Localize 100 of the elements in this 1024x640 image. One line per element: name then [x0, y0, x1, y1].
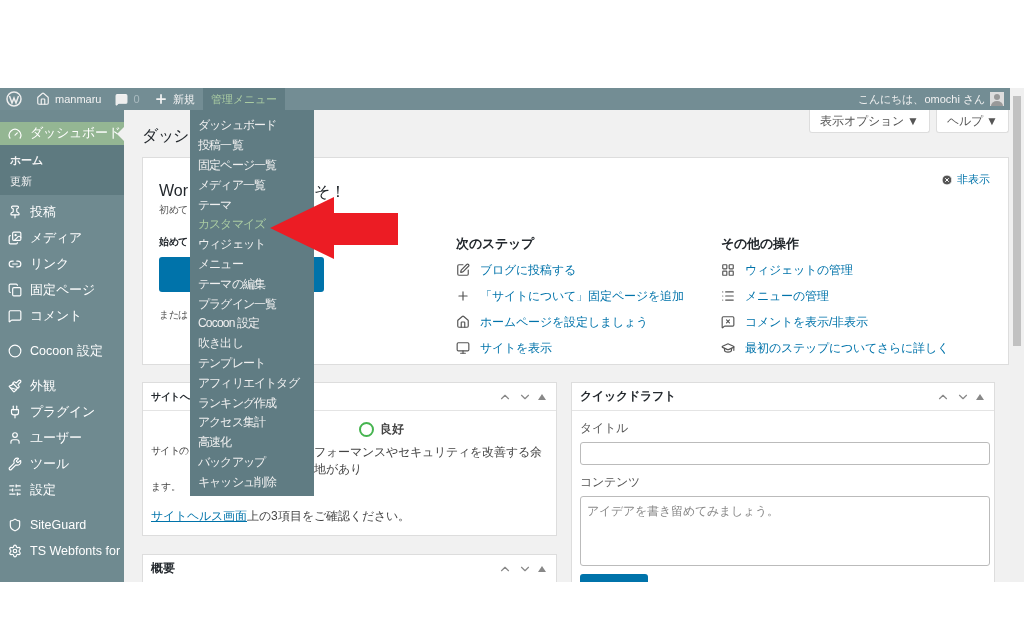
health-text: ます。	[151, 480, 181, 494]
close-icon	[941, 173, 953, 186]
box-title: サイトへ	[151, 389, 189, 404]
dropdown-item[interactable]: 固定ページ一覧	[190, 155, 279, 176]
submenu-item[interactable]: 更新	[0, 174, 124, 189]
health-text: フォーマンスやセキュリティを改善する余地があり	[314, 444, 543, 478]
avatar-icon[interactable]	[990, 92, 1004, 106]
sidebar-item[interactable]: ツール	[0, 451, 124, 477]
comment-icon	[721, 315, 735, 329]
status-ring-icon	[359, 422, 374, 437]
sidebar-item[interactable]: SiteGuard	[0, 512, 124, 538]
welcome-subtitle: 初めて	[159, 203, 188, 217]
sidebar-item[interactable]: メディア	[0, 225, 124, 251]
pages-icon	[8, 283, 22, 297]
plus-icon	[456, 289, 470, 303]
action-link[interactable]: 「サイトについて」固定ページを追加	[456, 287, 721, 305]
shield-icon	[8, 518, 22, 532]
submenu-item[interactable]: ホーム	[0, 153, 124, 168]
sidebar-item[interactable]: Cocoon 設定	[0, 338, 124, 364]
action-link[interactable]: ホームページを設定しましょう	[456, 313, 721, 331]
screen-options-button[interactable]: 表示オプション ▼	[808, 110, 930, 133]
home-icon	[456, 315, 470, 329]
action-link[interactable]: サイトを表示	[456, 339, 721, 357]
media-icon	[8, 231, 22, 245]
greeting-text[interactable]: こんにちは、omochi さん	[858, 91, 985, 107]
dropdown-item[interactable]: 投稿一覧	[190, 135, 245, 156]
dropdown-item[interactable]: メニュー	[190, 254, 245, 275]
sidebar-item[interactable]: 設定	[0, 477, 124, 503]
comment-icon	[8, 309, 22, 323]
widgets-icon	[721, 263, 735, 277]
monitor-icon	[456, 341, 470, 355]
action-link[interactable]: 最初のステップについてさらに詳しく	[721, 339, 981, 357]
dropdown-item[interactable]: ランキング作成	[190, 393, 279, 413]
sidebar-item[interactable]: コメント	[0, 303, 124, 329]
admin-menu-tab[interactable]: 管理メニュー	[202, 88, 285, 110]
brush-icon	[8, 379, 22, 393]
column-heading: 始めて	[159, 235, 188, 249]
logo-icon[interactable]	[6, 91, 22, 107]
content-field[interactable]: アイデアを書き留めてみましょう。	[580, 496, 990, 566]
dropdown-item[interactable]: テーマの編集	[190, 274, 268, 295]
sidebar-item[interactable]: プラグイン	[0, 399, 124, 425]
list-icon	[721, 289, 735, 303]
welcome-title: Wor	[159, 182, 189, 201]
health-text: サイトの	[151, 444, 189, 458]
plus-icon	[153, 92, 168, 106]
settings-icon	[8, 483, 22, 497]
action-link[interactable]: ブログに投稿する	[456, 261, 721, 279]
dismiss-link[interactable]: 非表示	[941, 172, 990, 187]
collapse-icon[interactable]	[538, 393, 546, 400]
collapse-icon[interactable]	[538, 565, 546, 572]
dropdown-item[interactable]: バックアップ	[190, 452, 268, 473]
sidebar-item[interactable]: 投稿	[0, 199, 124, 225]
dropdown-item[interactable]: Cocoon 設定	[190, 313, 262, 334]
pin-icon	[8, 205, 22, 219]
dropdown-item[interactable]: テーマ	[190, 195, 234, 215]
sidebar-item[interactable]: ユーザー	[0, 425, 124, 451]
plug-icon	[8, 405, 22, 419]
health-status: 良好	[380, 421, 404, 438]
user-icon	[8, 431, 22, 445]
action-link[interactable]: メニューの管理	[721, 287, 981, 305]
dropdown-item[interactable]: カスタマイズ	[190, 215, 268, 235]
sidebar-item[interactable]: ダッシュボード	[0, 122, 124, 145]
dropdown-item[interactable]: アクセス集計	[190, 412, 268, 433]
field-label: コンテンツ	[580, 475, 640, 490]
edit-icon	[456, 263, 470, 277]
field-label: タイトル	[580, 421, 628, 436]
column-heading: 次のステップ	[456, 235, 534, 253]
action-link[interactable]: ウィジェットの管理	[721, 261, 981, 279]
sidebar-item[interactable]: 外観	[0, 373, 124, 399]
sidebar-item[interactable]: TS Webfonts for	[0, 538, 124, 564]
dropdown-item[interactable]: テンプレート	[190, 353, 268, 374]
sidebar-item[interactable]: 固定ページ	[0, 277, 124, 303]
action-link[interactable]: コメントを表示/非表示	[721, 313, 981, 331]
dropdown-item[interactable]: キャッシュ削除	[190, 472, 279, 493]
dropdown-item[interactable]: メディア一覧	[190, 175, 268, 196]
health-text: 上の3項目をご確認ください。	[247, 508, 410, 525]
box-title: 概要	[151, 560, 175, 577]
gauge-icon	[8, 126, 22, 141]
help-button[interactable]: ヘルプ ▼	[935, 110, 1009, 133]
dropdown-item[interactable]: 高速化	[190, 432, 234, 453]
comment-icon	[115, 92, 129, 106]
gear-icon	[8, 544, 22, 558]
dropdown-item[interactable]: プラグイン一覧	[190, 294, 279, 314]
dropdown-item[interactable]: ウィジェット	[190, 234, 268, 255]
link-icon	[8, 257, 22, 271]
graduation-cap-icon	[721, 341, 735, 355]
circle-icon	[8, 344, 22, 358]
sidebar-item[interactable]: リンク	[0, 251, 124, 277]
site-link[interactable]: manmaru	[36, 92, 102, 106]
page-title: ダッシ	[142, 126, 189, 146]
new-link[interactable]: 新規	[153, 91, 195, 107]
collapse-icon[interactable]	[976, 393, 984, 400]
title-field[interactable]	[580, 442, 990, 465]
dropdown-item[interactable]: 吹き出し	[190, 333, 245, 354]
or-text: または	[159, 308, 188, 322]
column-heading: その他の操作	[721, 235, 799, 253]
welcome-title: そ！	[314, 182, 346, 202]
dropdown-item[interactable]: アフィリエイトタグ	[190, 373, 301, 394]
site-health-link[interactable]: サイトヘルス画面	[151, 508, 247, 525]
dropdown-item[interactable]: ダッシュボード	[190, 116, 279, 136]
